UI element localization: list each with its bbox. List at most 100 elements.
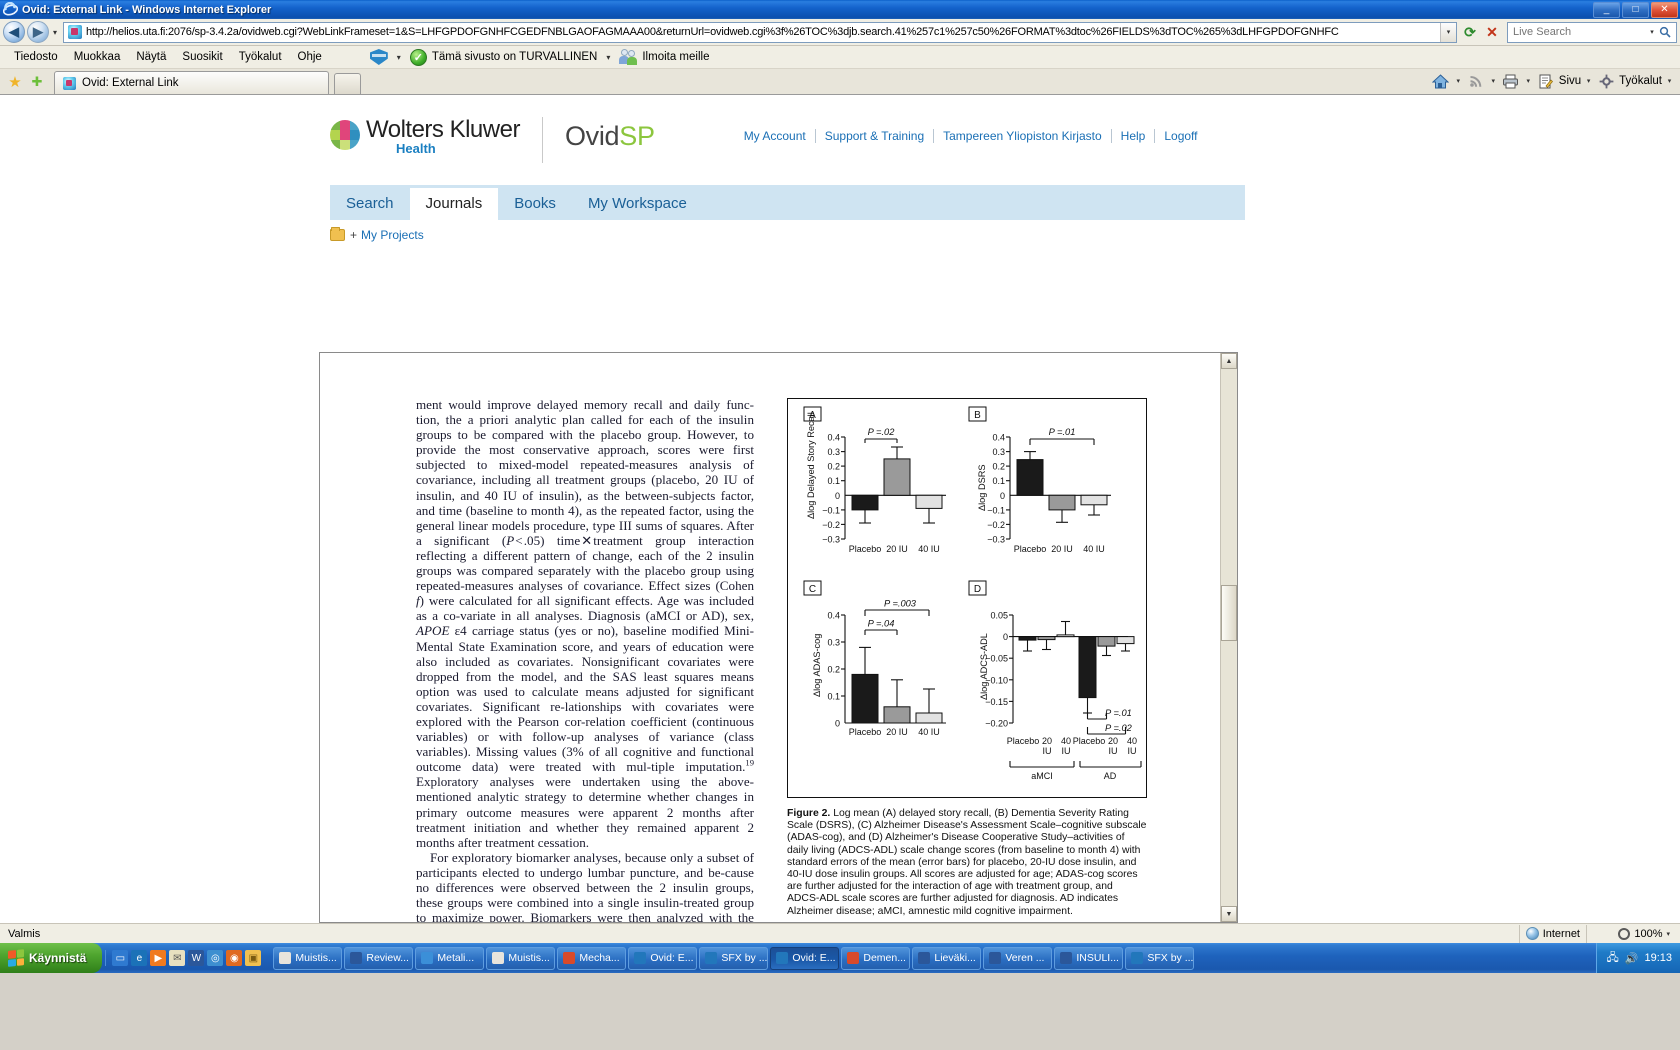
menu-item-tyokalut[interactable]: Työkalut xyxy=(231,49,290,65)
show-desktop-icon[interactable]: ▭ xyxy=(112,950,129,966)
scrollbar-thumb[interactable] xyxy=(1221,585,1237,641)
link-institution[interactable]: Tampereen Yliopiston Kirjasto xyxy=(934,129,1111,143)
tab-search[interactable]: Search xyxy=(330,188,410,220)
web-page-content: Wolters Kluwer Health OvidSP My Account … xyxy=(0,95,1680,923)
svg-text:IU: IU xyxy=(1062,746,1071,756)
address-dropdown-icon[interactable]: ▾ xyxy=(1440,22,1456,42)
taskbar-item[interactable]: SFX by ... xyxy=(1125,946,1195,970)
zoom-control[interactable]: 100% ▾ xyxy=(1586,924,1676,943)
search-icon[interactable] xyxy=(1656,26,1673,38)
svg-text:IU: IU xyxy=(1043,746,1052,756)
tools-menu-icon[interactable] xyxy=(1596,71,1616,91)
document-scrollbar[interactable]: ▲ ▼ xyxy=(1220,353,1237,922)
svg-text:0.1: 0.1 xyxy=(827,476,840,486)
expand-plus-icon[interactable]: + xyxy=(350,228,357,242)
taskbar-item[interactable]: Veren ... xyxy=(983,946,1053,970)
my-projects-bar[interactable]: + My Projects xyxy=(330,227,1680,242)
feeds-icon[interactable] xyxy=(1466,71,1486,91)
svg-text:40 IU: 40 IU xyxy=(918,544,940,554)
taskbar-item[interactable]: Review... xyxy=(344,946,414,970)
shield-dropdown-icon[interactable]: ▾ xyxy=(393,53,405,62)
svg-text:−0.1: −0.1 xyxy=(987,505,1005,515)
maximize-button[interactable]: □ xyxy=(1622,1,1649,18)
ovid-header: Wolters Kluwer Health OvidSP My Account … xyxy=(0,95,1680,242)
link-help[interactable]: Help xyxy=(1112,129,1155,143)
print-icon[interactable] xyxy=(1501,71,1521,91)
tab-my-workspace[interactable]: My Workspace xyxy=(572,188,703,220)
menu-item-muokkaa[interactable]: Muokkaa xyxy=(66,49,129,65)
tools-menu-label[interactable]: Työkalut xyxy=(1619,75,1662,87)
link-logoff[interactable]: Logoff xyxy=(1155,129,1206,143)
favorites-star-icon[interactable]: ★ xyxy=(4,70,26,94)
menu-item-nayta[interactable]: Näytä xyxy=(128,49,174,65)
history-dropdown-icon[interactable]: ▾ xyxy=(49,28,61,37)
close-button[interactable]: ✕ xyxy=(1651,1,1678,18)
word-icon[interactable]: W xyxy=(188,950,205,966)
back-button[interactable]: ◀ xyxy=(3,21,25,43)
mail-icon[interactable]: ✉ xyxy=(169,950,186,966)
zoom-caret-icon[interactable]: ▾ xyxy=(1666,930,1670,938)
scroll-up-button[interactable]: ▲ xyxy=(1221,353,1237,369)
tab-books[interactable]: Books xyxy=(498,188,572,220)
report-link[interactable]: Ilmoita meille xyxy=(642,51,709,63)
print-caret-icon[interactable]: ▾ xyxy=(1524,77,1533,85)
tray-network-icon[interactable]: 🖧 xyxy=(1607,949,1619,968)
taskbar-item[interactable]: Metali... xyxy=(415,946,485,970)
add-favorite-icon[interactable]: ✚ xyxy=(26,70,48,94)
taskbar-item[interactable]: Lieväki... xyxy=(912,946,982,970)
address-bar[interactable]: http://helios.uta.fi:2076/sp-3.4.2a/ovid… xyxy=(63,21,1457,43)
taskbar-item[interactable]: Mecha... xyxy=(557,946,627,970)
live-search-box[interactable]: ▾ xyxy=(1507,21,1677,43)
svg-text:0: 0 xyxy=(835,491,840,501)
folder-quicklaunch-icon[interactable]: ▣ xyxy=(245,950,262,966)
scrollbar-track[interactable] xyxy=(1221,369,1237,906)
menu-item-suosikit[interactable]: Suosikit xyxy=(174,49,230,65)
page-menu-icon[interactable] xyxy=(1536,71,1556,91)
browser-tab-ovid-external-link[interactable]: Ovid: External Link xyxy=(54,71,329,94)
taskbar-item-label: Muistis... xyxy=(508,952,550,964)
taskbar-item[interactable]: INSULI... xyxy=(1054,946,1124,970)
minimize-button[interactable]: _ xyxy=(1593,1,1620,18)
ie-quicklaunch-icon[interactable]: e xyxy=(131,950,148,966)
feeds-caret-icon[interactable]: ▾ xyxy=(1489,77,1498,85)
home-caret-icon[interactable]: ▾ xyxy=(1454,77,1463,85)
scroll-down-button[interactable]: ▼ xyxy=(1221,906,1237,922)
tools-menu-caret-icon[interactable]: ▾ xyxy=(1665,77,1674,85)
security-shield-icon[interactable] xyxy=(369,49,388,65)
taskbar-item-active[interactable]: Ovid: E... xyxy=(770,946,840,970)
link-support-training[interactable]: Support & Training xyxy=(816,129,933,143)
search-input[interactable] xyxy=(1511,25,1648,39)
zoom-level: 100% xyxy=(1634,927,1663,940)
search-quicklaunch-icon[interactable]: ◎ xyxy=(207,950,224,966)
menu-item-ohje[interactable]: Ohje xyxy=(290,49,330,65)
forward-button[interactable]: ▶ xyxy=(27,21,49,43)
taskbar-item[interactable]: Muistis... xyxy=(273,946,343,970)
page-menu-caret-icon[interactable]: ▾ xyxy=(1584,77,1593,85)
link-my-account[interactable]: My Account xyxy=(735,129,815,143)
wolters-kluwer-logo[interactable]: Wolters Kluwer Health xyxy=(330,117,520,156)
start-button[interactable]: Käynnistä xyxy=(0,943,103,973)
firefox-icon[interactable]: ◉ xyxy=(226,950,243,966)
taskbar-item[interactable]: Demen... xyxy=(841,946,911,970)
stop-icon[interactable]: ✕ xyxy=(1481,22,1503,43)
new-tab-button[interactable] xyxy=(334,73,361,94)
tray-volume-icon[interactable]: 🔊 xyxy=(1625,952,1639,965)
tab-journals[interactable]: Journals xyxy=(409,188,499,220)
svg-text:−0.3: −0.3 xyxy=(822,535,840,545)
my-projects-link[interactable]: My Projects xyxy=(361,228,424,242)
svg-text:0.2: 0.2 xyxy=(992,462,1005,472)
system-clock[interactable]: 19:13 xyxy=(1644,952,1672,964)
search-dropdown-icon[interactable]: ▾ xyxy=(1648,28,1656,36)
security-status-caret-icon[interactable]: ▾ xyxy=(602,53,614,62)
menu-item-tiedosto[interactable]: Tiedosto xyxy=(6,49,66,65)
page-menu-label[interactable]: Sivu xyxy=(1559,75,1581,87)
svg-text:−0.3: −0.3 xyxy=(987,535,1005,545)
media-player-icon[interactable]: ▶ xyxy=(150,950,167,966)
home-icon[interactable] xyxy=(1431,71,1451,91)
refresh-icon[interactable]: ⟳ xyxy=(1459,22,1481,43)
taskbar-item[interactable]: Ovid: E... xyxy=(628,946,698,970)
svg-text:0: 0 xyxy=(1000,491,1005,501)
taskbar-item[interactable]: Muistis... xyxy=(486,946,556,970)
svg-text:−0.1: −0.1 xyxy=(822,505,840,515)
taskbar-item[interactable]: SFX by ... xyxy=(699,946,769,970)
